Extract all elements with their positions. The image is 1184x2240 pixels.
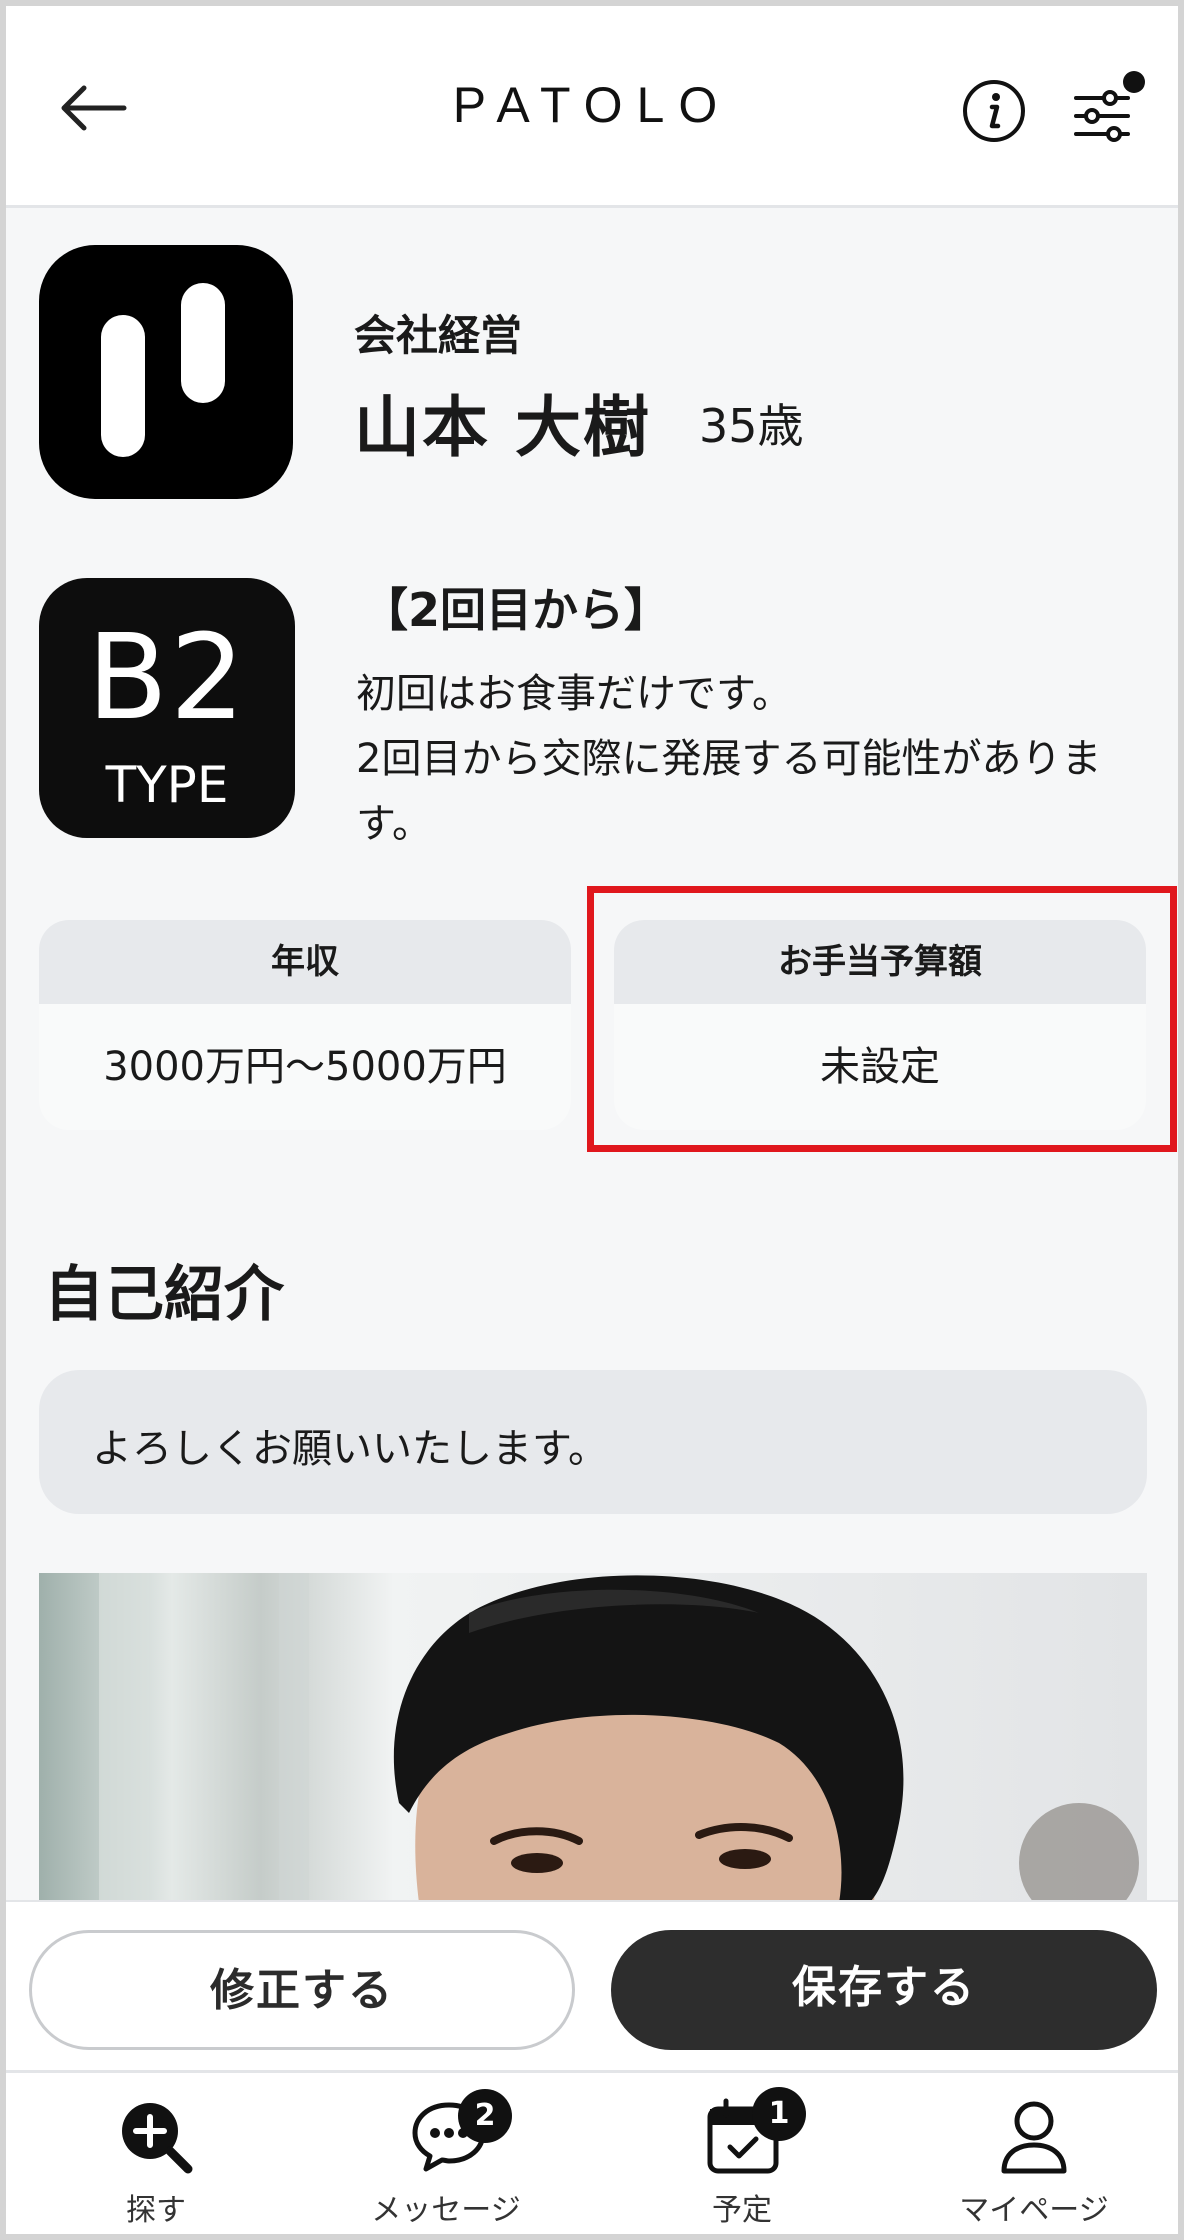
save-button[interactable]: 保存する xyxy=(611,1930,1157,2050)
income-box: 年収 3000万円〜5000万円 xyxy=(39,920,571,1130)
edit-button[interactable]: 修正する xyxy=(29,1930,575,2050)
occupation: 会社経営 xyxy=(354,311,523,360)
action-bar: 修正する 保存する xyxy=(6,1900,1178,2070)
type-description-line: す。 xyxy=(356,801,432,847)
filter-button[interactable] xyxy=(1066,68,1148,150)
app-logo-mark-icon xyxy=(101,283,225,457)
tab-search[interactable]: 探す xyxy=(56,2073,256,2234)
tab-mypage-label: マイページ xyxy=(959,2193,1109,2228)
tab-bar: 探す 2 メッセージ 1 予定 マイページ xyxy=(6,2070,1178,2234)
search-plus-icon xyxy=(122,2103,193,2174)
type-title: 【2回目から】 xyxy=(362,583,671,637)
tab-schedule-label: 予定 xyxy=(712,2193,772,2228)
info-icon xyxy=(963,80,1025,142)
type-label: TYPE xyxy=(105,756,229,814)
income-label: 年収 xyxy=(39,920,571,1004)
avatar xyxy=(39,245,293,499)
type-description-line: 2回目から交際に発展する可能性がありま xyxy=(356,736,1102,782)
notification-dot xyxy=(1123,71,1145,93)
tab-mypage[interactable]: マイページ xyxy=(934,2073,1134,2234)
profile-photo xyxy=(39,1573,1147,1903)
sliders-icon xyxy=(1074,71,1145,142)
income-value: 3000万円〜5000万円 xyxy=(103,1044,507,1090)
info-button[interactable] xyxy=(961,78,1027,144)
tab-messages[interactable]: 2 メッセージ xyxy=(346,2073,546,2234)
intro-box: よろしくお願いいたします。 xyxy=(39,1370,1147,1514)
type-description-line: 初回はお食事だけです。 xyxy=(356,671,792,717)
app-frame: PATOLO 会社経営 山本 大樹 35歳 B2 TYPE 【2回目から】 初回… xyxy=(0,0,1184,2240)
intro-text: よろしくお願いいたします。 xyxy=(92,1426,608,1472)
tab-schedule[interactable]: 1 予定 xyxy=(642,2073,842,2234)
user-icon xyxy=(1001,2101,1067,2174)
schedule-badge: 1 xyxy=(752,2087,806,2141)
profile-photo-image xyxy=(39,1573,1147,1903)
type-description: 初回はお食事だけです。 2回目から交際に発展する可能性がありま す。 xyxy=(356,662,1156,857)
tab-messages-label: メッセージ xyxy=(371,2193,521,2228)
profile-age: 35歳 xyxy=(699,399,804,453)
type-badge: B2 TYPE xyxy=(39,578,295,838)
app-header: PATOLO xyxy=(6,6,1178,208)
messages-badge: 2 xyxy=(458,2089,512,2143)
type-code: B2 xyxy=(86,608,248,746)
intro-title: 自己紹介 xyxy=(44,1260,284,1330)
profile-name: 山本 大樹 xyxy=(354,389,651,466)
highlight-annotation xyxy=(587,886,1177,1152)
tab-search-label: 探す xyxy=(126,2193,186,2228)
